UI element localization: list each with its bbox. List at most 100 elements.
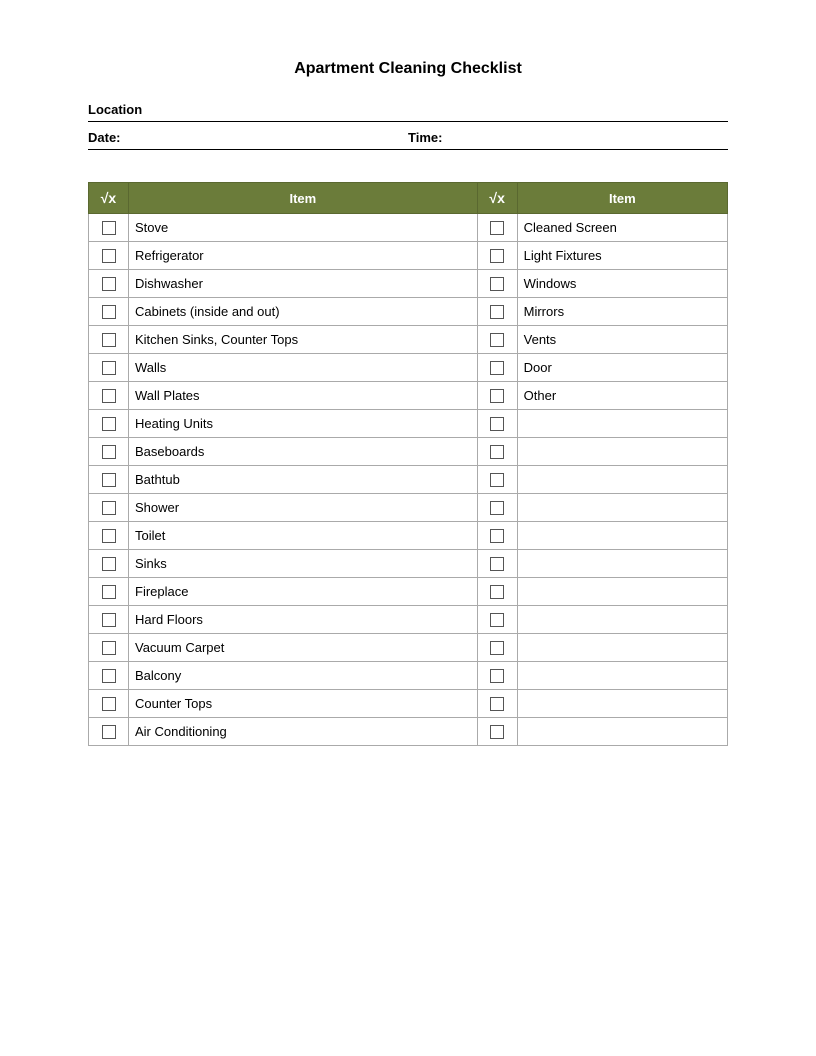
right-checkbox[interactable] [490, 221, 504, 235]
left-checkbox-cell[interactable] [89, 410, 129, 438]
table-row: DishwasherWindows [89, 270, 728, 298]
left-checkbox[interactable] [102, 473, 116, 487]
right-checkbox-cell[interactable] [477, 354, 517, 382]
page-title: Apartment Cleaning Checklist [88, 60, 728, 78]
left-checkbox[interactable] [102, 501, 116, 515]
right-checkbox[interactable] [490, 249, 504, 263]
right-checkbox-cell[interactable] [477, 298, 517, 326]
left-checkbox[interactable] [102, 333, 116, 347]
left-item-cell: Bathtub [129, 466, 478, 494]
left-checkbox[interactable] [102, 669, 116, 683]
table-row: Vacuum Carpet [89, 634, 728, 662]
left-item-cell: Refrigerator [129, 242, 478, 270]
right-checkbox-cell[interactable] [477, 410, 517, 438]
right-checkbox[interactable] [490, 361, 504, 375]
right-checkbox[interactable] [490, 305, 504, 319]
right-checkbox-cell[interactable] [477, 382, 517, 410]
left-checkbox-cell[interactable] [89, 578, 129, 606]
right-checkbox[interactable] [490, 277, 504, 291]
table-row: Wall PlatesOther [89, 382, 728, 410]
right-checkbox-cell[interactable] [477, 242, 517, 270]
left-checkbox-cell[interactable] [89, 270, 129, 298]
right-checkbox[interactable] [490, 669, 504, 683]
right-checkbox-cell[interactable] [477, 522, 517, 550]
right-checkbox-cell[interactable] [477, 634, 517, 662]
table-row: Baseboards [89, 438, 728, 466]
right-checkbox-cell[interactable] [477, 550, 517, 578]
right-checkbox-cell[interactable] [477, 270, 517, 298]
left-checkbox[interactable] [102, 277, 116, 291]
right-item-cell: Vents [517, 326, 727, 354]
left-checkbox[interactable] [102, 641, 116, 655]
right-checkbox-cell[interactable] [477, 578, 517, 606]
right-item-cell [517, 606, 727, 634]
right-checkbox[interactable] [490, 725, 504, 739]
left-checkbox-cell[interactable] [89, 550, 129, 578]
left-checkbox-cell[interactable] [89, 494, 129, 522]
right-item-cell [517, 690, 727, 718]
left-checkbox[interactable] [102, 305, 116, 319]
left-checkbox-cell[interactable] [89, 326, 129, 354]
left-checkbox-cell[interactable] [89, 354, 129, 382]
right-checkbox[interactable] [490, 389, 504, 403]
right-checkbox-cell[interactable] [477, 718, 517, 746]
left-checkbox-cell[interactable] [89, 466, 129, 494]
right-checkbox-cell[interactable] [477, 662, 517, 690]
right-checkbox[interactable] [490, 641, 504, 655]
left-item-cell: Air Conditioning [129, 718, 478, 746]
table-row: Air Conditioning [89, 718, 728, 746]
left-checkbox[interactable] [102, 697, 116, 711]
left-checkbox-cell[interactable] [89, 438, 129, 466]
right-checkbox-cell[interactable] [477, 466, 517, 494]
right-checkbox[interactable] [490, 529, 504, 543]
left-checkbox-cell[interactable] [89, 522, 129, 550]
left-checkbox[interactable] [102, 585, 116, 599]
checklist-table: √x Item √x Item StoveCleaned ScreenRefri… [88, 182, 728, 746]
table-row: Heating Units [89, 410, 728, 438]
left-checkbox[interactable] [102, 221, 116, 235]
right-checkbox-cell[interactable] [477, 438, 517, 466]
right-checkbox-cell[interactable] [477, 606, 517, 634]
right-item-cell: Cleaned Screen [517, 214, 727, 242]
left-checkbox-cell[interactable] [89, 690, 129, 718]
left-checkbox[interactable] [102, 613, 116, 627]
table-row: Toilet [89, 522, 728, 550]
right-checkbox-cell[interactable] [477, 690, 517, 718]
left-item-cell: Counter Tops [129, 690, 478, 718]
left-checkbox[interactable] [102, 361, 116, 375]
left-checkbox-cell[interactable] [89, 382, 129, 410]
right-checkbox[interactable] [490, 697, 504, 711]
left-checkbox-cell[interactable] [89, 298, 129, 326]
left-item-cell: Vacuum Carpet [129, 634, 478, 662]
right-item-cell [517, 662, 727, 690]
right-checkbox-cell[interactable] [477, 326, 517, 354]
right-checkbox[interactable] [490, 333, 504, 347]
left-checkbox[interactable] [102, 529, 116, 543]
right-checkbox[interactable] [490, 445, 504, 459]
left-checkbox-cell[interactable] [89, 634, 129, 662]
left-checkbox-cell[interactable] [89, 214, 129, 242]
left-checkbox[interactable] [102, 557, 116, 571]
left-checkbox-cell[interactable] [89, 606, 129, 634]
right-checkbox-cell[interactable] [477, 494, 517, 522]
right-checkbox[interactable] [490, 473, 504, 487]
right-checkbox[interactable] [490, 613, 504, 627]
right-item-cell [517, 410, 727, 438]
left-checkbox[interactable] [102, 725, 116, 739]
left-checkbox-cell[interactable] [89, 662, 129, 690]
table-row: StoveCleaned Screen [89, 214, 728, 242]
left-checkbox[interactable] [102, 249, 116, 263]
right-checkbox[interactable] [490, 557, 504, 571]
right-checkbox-cell[interactable] [477, 214, 517, 242]
left-checkbox-cell[interactable] [89, 242, 129, 270]
left-checkbox[interactable] [102, 445, 116, 459]
right-checkbox[interactable] [490, 417, 504, 431]
left-item-cell: Toilet [129, 522, 478, 550]
right-checkbox[interactable] [490, 501, 504, 515]
left-checkbox[interactable] [102, 389, 116, 403]
right-item-cell [517, 718, 727, 746]
left-checkbox-cell[interactable] [89, 718, 129, 746]
left-checkbox[interactable] [102, 417, 116, 431]
right-checkbox[interactable] [490, 585, 504, 599]
left-item-header: Item [129, 183, 478, 214]
